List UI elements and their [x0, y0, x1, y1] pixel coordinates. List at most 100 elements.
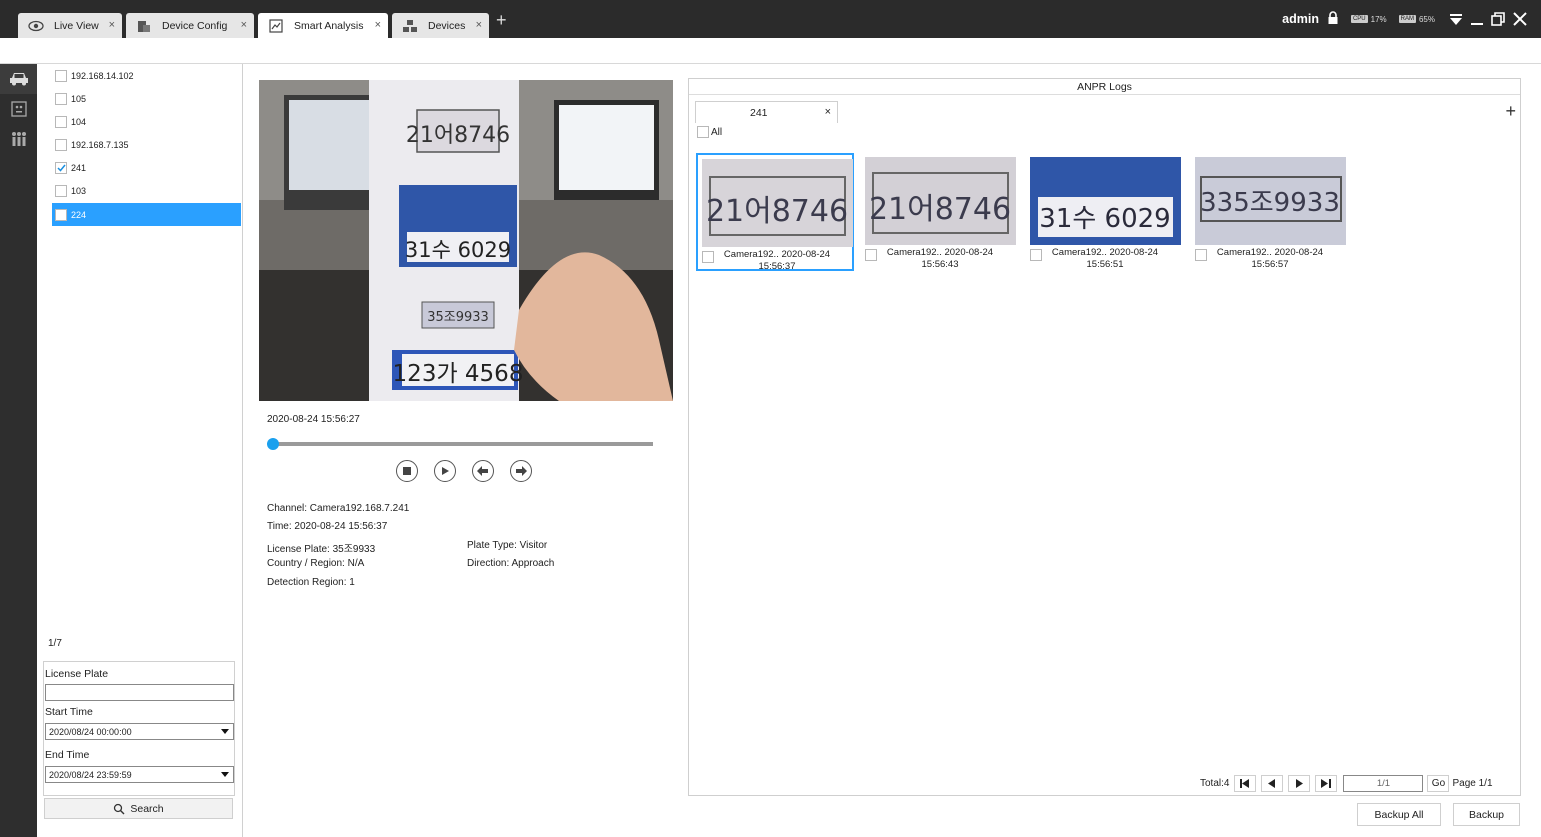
device-item[interactable]: 192.168.14.102 [52, 64, 241, 87]
eye-icon [28, 18, 44, 34]
select-all-checkbox[interactable] [697, 126, 709, 138]
device-name: 224 [71, 209, 87, 220]
info-time: Time: 2020-08-24 15:56:37 [267, 521, 388, 532]
start-time-select[interactable]: 2020/08/24 00:00:00 [45, 723, 234, 740]
arrow-right-icon [516, 466, 527, 476]
username[interactable]: admin [1282, 12, 1319, 26]
toolbar-strip [0, 38, 1541, 64]
end-time-select[interactable]: 2020/08/24 23:59:59 [45, 766, 234, 783]
start-time-label: Start Time [45, 706, 93, 718]
video-plate-text: 31수 6029 [405, 238, 511, 262]
log-tab[interactable]: 241 × [695, 101, 838, 123]
device-name: 103 [71, 185, 87, 196]
restore-icon[interactable] [1491, 12, 1505, 26]
device-checkbox[interactable] [55, 69, 67, 82]
plate-image: 335조9933 [1195, 157, 1346, 245]
left-nav [0, 64, 37, 837]
backup-all-button[interactable]: Backup All [1357, 803, 1441, 826]
info-detection-region: Detection Region: 1 [267, 577, 355, 588]
cpu-value: 17% [1370, 14, 1387, 24]
playback-timestamp: 2020-08-24 15:56:27 [267, 414, 360, 425]
plate-image: 21어8746 [702, 159, 853, 247]
close-icon[interactable]: × [109, 19, 115, 31]
go-button[interactable]: Go [1427, 774, 1450, 792]
add-log-tab-button[interactable]: + [1505, 101, 1516, 122]
device-checkbox[interactable] [55, 208, 67, 221]
anpr-logs-title: ANPR Logs [689, 79, 1520, 95]
info-license-plate: License Plate: 35조9933 [267, 544, 376, 555]
license-plate-input[interactable] [45, 684, 234, 701]
device-config-icon [136, 18, 152, 34]
car-icon[interactable] [0, 64, 37, 94]
search-button[interactable]: Search [44, 798, 233, 819]
plate-text: 21어8746 [869, 192, 1011, 227]
tab-smart-analysis[interactable]: Smart Analysis × [258, 13, 388, 38]
close-icon[interactable]: × [375, 19, 381, 31]
lock-icon[interactable] [1327, 11, 1339, 27]
tab-label: Live View [54, 19, 99, 32]
stop-button[interactable] [396, 460, 418, 482]
device-item[interactable]: 105 [52, 87, 241, 110]
device-name: 105 [71, 93, 87, 104]
log-thumbnail[interactable]: 21어8746 Camera192.. 2020-08-24 15:56:37 [696, 153, 854, 272]
next-page-button[interactable] [1288, 774, 1311, 792]
backup-button[interactable]: Backup [1453, 803, 1520, 826]
prev-page-button[interactable] [1261, 774, 1284, 792]
thumbnail-time: 15:56:43 [921, 259, 959, 270]
device-item[interactable]: 104 [52, 110, 241, 133]
close-window-icon[interactable] [1513, 12, 1527, 26]
people-counting-icon[interactable] [0, 124, 37, 154]
menu-down-icon[interactable] [1449, 12, 1463, 26]
play-button[interactable] [434, 460, 456, 482]
page-indicator: Page 1/1 [1452, 777, 1493, 789]
minimize-icon[interactable] [1471, 12, 1483, 26]
log-thumbnail[interactable]: 31수 6029 Camera192.. 2020-08-24 15:56:51 [1026, 153, 1184, 271]
ram-label: RAM [1398, 15, 1416, 23]
tab-devices[interactable]: Devices × [392, 13, 489, 38]
video-plate-text: 21어8746 [406, 123, 510, 148]
face-icon[interactable] [0, 94, 37, 124]
device-checkbox[interactable] [55, 161, 67, 174]
last-page-button[interactable] [1315, 774, 1338, 792]
tab-label: Smart Analysis [294, 19, 364, 32]
video-plate-text: 35조9933 [427, 310, 489, 325]
next-button[interactable] [510, 460, 532, 482]
device-checkbox[interactable] [55, 115, 67, 128]
playback-progress-handle[interactable] [267, 438, 279, 450]
device-item-selected[interactable]: 224 [52, 203, 241, 226]
device-item[interactable]: 192.168.7.135 [52, 133, 241, 156]
device-item[interactable]: 103 [52, 179, 241, 202]
close-icon[interactable]: × [476, 19, 482, 31]
arrow-left-icon [477, 466, 488, 476]
info-region: Country / Region: N/A [267, 558, 365, 569]
playback-progress-track[interactable] [273, 442, 653, 446]
previous-button[interactable] [472, 460, 494, 482]
close-icon[interactable]: × [241, 19, 247, 31]
tab-live-view[interactable]: Live View × [18, 13, 122, 38]
tab-device-config[interactable]: Device Config × [126, 13, 254, 38]
first-page-icon [1240, 778, 1250, 788]
device-name: 192.168.14.102 [71, 70, 134, 81]
add-tab-button[interactable]: + [496, 10, 507, 30]
plate-text: 21어8746 [706, 194, 848, 229]
device-name: 192.168.7.135 [71, 139, 129, 150]
plate-text: 31수 6029 [1039, 204, 1170, 234]
device-checkbox[interactable] [55, 92, 67, 105]
device-item[interactable]: 241 [52, 156, 241, 179]
anpr-logs-panel: ANPR Logs 241 × + All 21어8746 Camera192.… [688, 78, 1521, 796]
plate-text: 335조9933 [1200, 188, 1340, 218]
thumbnail-caption: Camera192.. 2020-08-24 [1051, 247, 1159, 258]
start-time-value: 2020/08/24 00:00:00 [49, 726, 132, 737]
log-thumbnail[interactable]: 21어8746 Camera192.. 2020-08-24 15:56:43 [861, 153, 1019, 271]
log-thumbnail[interactable]: 335조9933 Camera192.. 2020-08-24 15:56:57 [1191, 153, 1349, 271]
close-icon[interactable]: × [825, 106, 831, 118]
device-checkbox[interactable] [55, 138, 67, 151]
video-preview[interactable]: 21어8746 31수 6029 35조9933 123가 4568 [259, 80, 673, 401]
search-icon [114, 803, 125, 814]
thumbnail-time: 15:56:37 [758, 261, 796, 272]
page-input[interactable]: 1/1 [1343, 774, 1424, 792]
select-all[interactable]: All [697, 126, 722, 138]
first-page-button[interactable] [1234, 774, 1257, 792]
title-bar: Live View × Device Config × Smart Analys… [0, 0, 1541, 38]
device-checkbox[interactable] [55, 184, 67, 197]
